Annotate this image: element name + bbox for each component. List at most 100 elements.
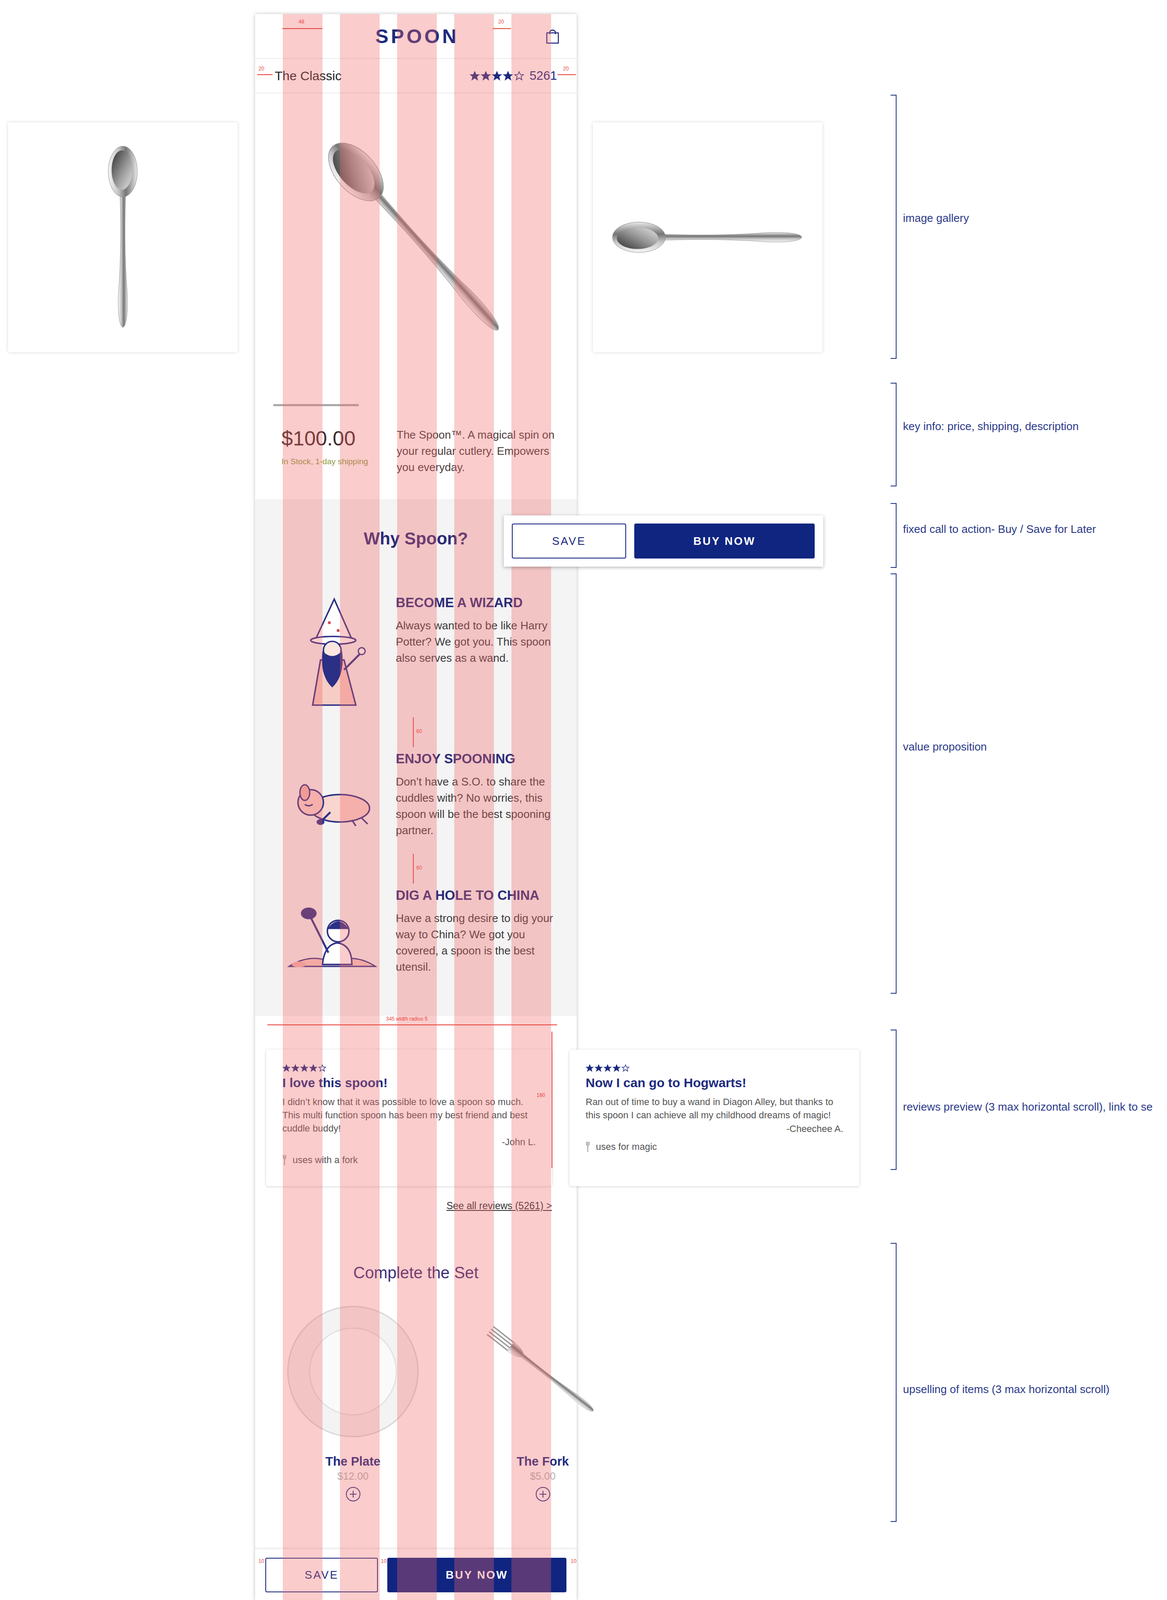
review-card[interactable]: I love this spoon! I didn’t know that it…	[266, 1049, 552, 1186]
star-row	[469, 70, 525, 82]
value-proposition: Why Spoon? BECOME A WIZARD Always wanted…	[255, 499, 577, 1016]
star-row	[282, 1063, 536, 1072]
spoon-icon	[99, 143, 147, 331]
gallery-image[interactable]	[592, 122, 823, 352]
annotation-label: key info: price, shipping, description	[902, 419, 1079, 433]
annotation-bracket	[890, 94, 897, 359]
star-icon	[491, 70, 503, 82]
review-text: Ran out of time to buy a wand in Diagon …	[585, 1094, 844, 1122]
rating[interactable]: 5261	[469, 68, 558, 83]
annotation-label: fixed call to action- Buy / Save for Lat…	[902, 522, 1096, 536]
review-author: -John L.	[282, 1136, 536, 1148]
annotation-label: reviews preview (3 max horizontal scroll…	[902, 1100, 1153, 1114]
annotation-label: upselling of items (3 max horizontal scr…	[902, 1382, 1110, 1396]
feature: DIG A HOLE TO CHINA Have a strong desire…	[283, 887, 560, 986]
add-icon[interactable]	[345, 1486, 361, 1502]
annotation-bracket	[890, 502, 897, 568]
rating-count: 5261	[529, 68, 558, 83]
digger-icon	[283, 887, 382, 986]
annotation-label: value proposition	[902, 740, 988, 754]
bottom-action-bar: SAVE BUY NOW	[255, 1547, 577, 1600]
section-title: Complete the Set	[255, 1263, 577, 1282]
cta-preview: SAVE BUY NOW	[503, 515, 824, 567]
measure-label: 20	[258, 65, 265, 72]
item-name: The Fork	[516, 1454, 569, 1469]
measure-label: 160	[536, 1091, 546, 1098]
star-icon	[594, 1063, 603, 1072]
measure-label: 20	[563, 65, 569, 72]
feature-text: Don’t have a S.O. to share the cuddles w…	[395, 773, 560, 839]
save-button[interactable]: SAVE	[265, 1557, 378, 1592]
star-icon	[480, 70, 491, 82]
feature-title: DIG A HOLE TO CHINA	[395, 887, 560, 903]
feature-title: ENJOY SPOONING	[395, 751, 560, 767]
feature-text: Have a strong desire to dig your way to …	[395, 909, 560, 975]
star-icon	[612, 1063, 621, 1072]
annotation-bracket	[890, 573, 897, 994]
product-name: The Classic	[274, 68, 342, 84]
description: The Spoon™. A magical spin on your regul…	[396, 426, 558, 482]
feature: ENJOY SPOONING Don’t have a S.O. to shar…	[283, 751, 560, 850]
upsell-item[interactable]: The Fork $5.00	[476, 1304, 610, 1502]
gallery-indicator	[273, 403, 558, 407]
star-icon	[282, 1063, 291, 1072]
gallery-image[interactable]	[8, 122, 238, 352]
measure-label: 48	[298, 18, 305, 25]
design-board: SPOON The Classic 5261 $100.00 In Stock,…	[0, 0, 1167, 1600]
see-all-reviews-link[interactable]: See all reviews (5261) >	[446, 1199, 552, 1212]
measure-label: 20	[498, 18, 504, 25]
buy-now-button[interactable]: BUY NOW	[387, 1557, 567, 1592]
review-use: uses for magic	[585, 1140, 844, 1153]
add-icon[interactable]	[535, 1486, 551, 1502]
feature-title: BECOME A WIZARD	[395, 595, 560, 611]
key-info: $100.00 In Stock, 1-day shipping The Spo…	[255, 409, 577, 500]
annotation-label: image gallery	[902, 211, 970, 225]
star-icon	[621, 1063, 630, 1072]
star-icon	[300, 1063, 309, 1072]
reviews-preview: I love this spoon! I didn’t know that it…	[255, 1015, 577, 1222]
feature-text: Always wanted to be like Harry Potter? W…	[395, 617, 560, 666]
dog-icon	[283, 751, 382, 850]
review-author: -Cheechee A.	[585, 1123, 844, 1135]
item-price: $12.00	[337, 1469, 369, 1482]
product-bar: The Classic 5261	[255, 58, 577, 94]
spacing-mark: 60	[283, 712, 560, 752]
star-icon	[469, 70, 480, 82]
measure-label: 10	[380, 1557, 387, 1564]
buy-now-button[interactable]: BUY NOW	[634, 523, 815, 559]
review-use: uses with a fork	[282, 1154, 536, 1166]
measure-label: 10	[570, 1557, 577, 1564]
review-card[interactable]: Now I can go to Hogwarts! Ran out of tim…	[569, 1049, 860, 1186]
fork-icon	[585, 1140, 591, 1153]
grid-overlay	[255, 14, 577, 1600]
phone-screen: SPOON The Classic 5261 $100.00 In Stock,…	[255, 14, 577, 1600]
upsell: Complete the Set The Plate $12.00 The Fo…	[255, 1221, 577, 1548]
star-icon	[309, 1063, 318, 1072]
review-title: I love this spoon!	[282, 1075, 536, 1090]
star-icon	[513, 70, 525, 82]
fork-icon	[476, 1304, 610, 1438]
price: $100.00	[281, 426, 397, 450]
annotation-bracket	[890, 1029, 897, 1170]
spoon-icon	[609, 207, 806, 267]
star-icon	[291, 1063, 300, 1072]
item-price: $5.00	[529, 1469, 556, 1482]
spacing-mark: 60	[283, 849, 560, 888]
bag-icon[interactable]	[545, 28, 560, 45]
annotation-bracket	[890, 382, 897, 487]
save-button[interactable]: SAVE	[511, 523, 627, 559]
star-icon	[585, 1063, 594, 1072]
annotation-bracket	[890, 1242, 897, 1522]
image-gallery[interactable]	[255, 93, 577, 410]
logo[interactable]: SPOON	[375, 24, 459, 48]
star-icon	[502, 70, 514, 82]
feature: BECOME A WIZARD Always wanted to be like…	[283, 595, 560, 713]
star-icon	[603, 1063, 612, 1072]
star-icon	[318, 1063, 327, 1072]
measure-label: 10	[258, 1557, 265, 1564]
upsell-item[interactable]: The Plate $12.00	[286, 1304, 420, 1502]
measure-label: 345 width radius 5	[386, 1015, 428, 1022]
star-row	[585, 1063, 844, 1072]
availability: In Stock, 1-day shipping	[281, 456, 397, 467]
item-name: The Plate	[325, 1454, 381, 1469]
